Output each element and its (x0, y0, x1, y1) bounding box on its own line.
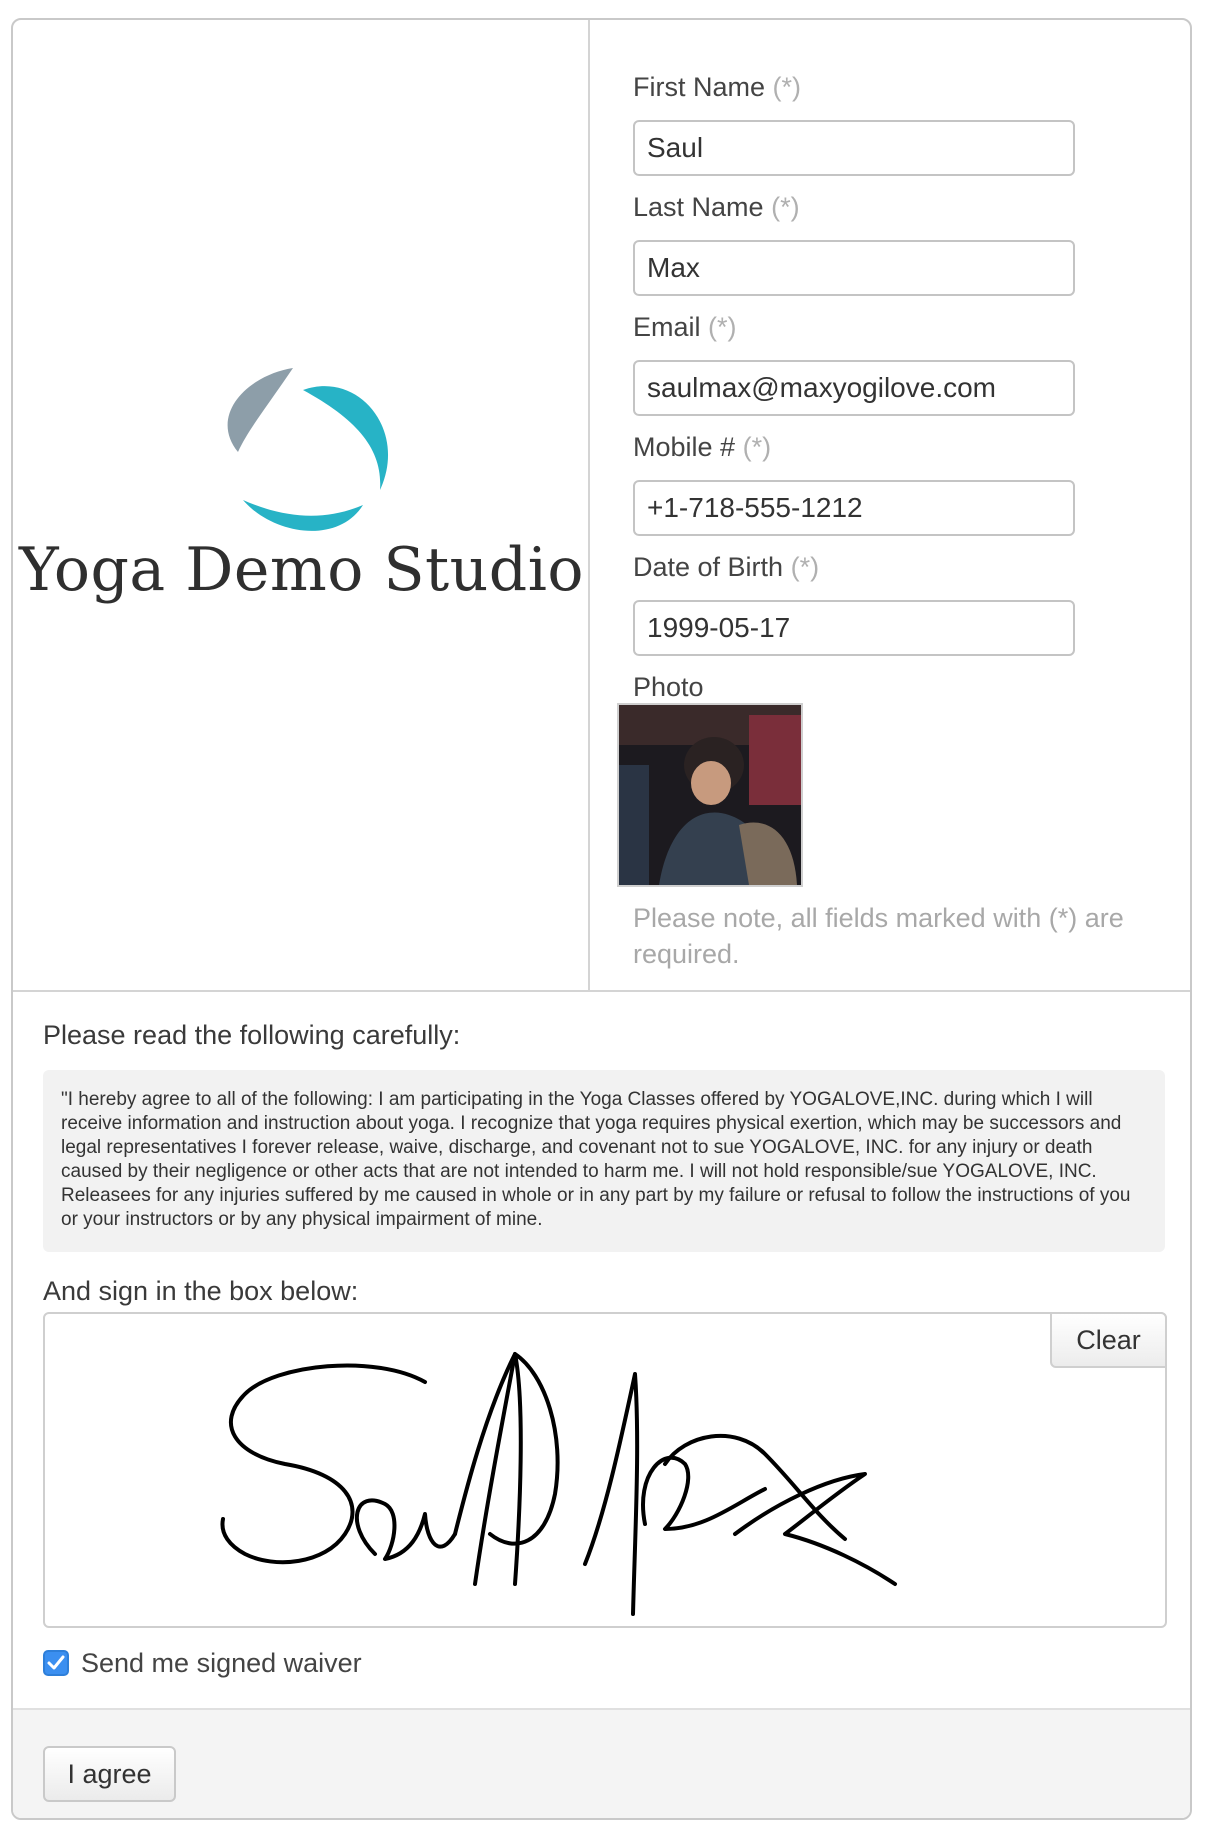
clear-signature-button[interactable]: Clear (1050, 1312, 1167, 1368)
brand-panel: Yoga Demo Studio (13, 20, 590, 992)
swirl-logo-icon (227, 368, 389, 531)
email-field[interactable] (633, 360, 1075, 416)
registration-section: Yoga Demo Studio First Name (*) Last Nam… (13, 20, 1190, 992)
checkmark-icon (47, 1655, 65, 1670)
read-instruction: Please read the following carefully: (43, 1020, 461, 1050)
last-name-field[interactable] (633, 240, 1075, 296)
waiver-text: "I hereby agree to all of the following:… (43, 1070, 1165, 1252)
profile-photo[interactable] (617, 703, 803, 887)
mobile-label: Mobile # (*) (633, 432, 772, 462)
required-note: Please note, all fields marked with (*) … (633, 903, 1124, 969)
waiver-card: Yoga Demo Studio First Name (*) Last Nam… (11, 18, 1192, 1820)
dob-field[interactable] (633, 600, 1075, 656)
studio-name: Yoga Demo Studio (18, 535, 585, 605)
agree-button[interactable]: I agree (43, 1746, 176, 1802)
first-name-label: First Name (*) (633, 72, 802, 102)
send-copy-checkbox[interactable] (43, 1650, 69, 1676)
signature-drawing (220, 1352, 897, 1616)
signature-pad[interactable]: Clear (43, 1312, 1167, 1628)
details-form: First Name (*) Last Name (*) Email (*) M… (617, 20, 1188, 992)
photo-label: Photo (633, 672, 704, 702)
last-name-label: Last Name (*) (633, 192, 800, 222)
email-label: Email (*) (633, 312, 737, 342)
mobile-field[interactable] (633, 480, 1075, 536)
sign-instruction: And sign in the box below: (43, 1276, 359, 1306)
send-copy-label[interactable]: Send me signed waiver (81, 1648, 362, 1679)
first-name-field[interactable] (633, 120, 1075, 176)
dob-label: Date of Birth (*) (633, 552, 820, 582)
form-footer: I agree (13, 1708, 1190, 1818)
